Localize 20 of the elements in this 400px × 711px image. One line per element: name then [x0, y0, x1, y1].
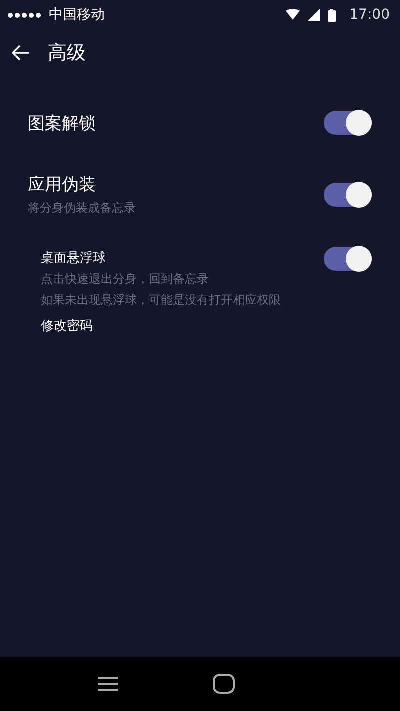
page-title: 高级 — [48, 41, 86, 66]
setting-description: 将分身伪装成备忘录 — [28, 200, 136, 217]
setting-title[interactable]: 桌面悬浮球 — [41, 249, 281, 267]
carrier-name: 中国移动 — [49, 6, 105, 24]
setting-title[interactable]: 应用伪装 — [28, 173, 136, 196]
battery-icon — [328, 8, 336, 22]
clock-time: 17:00 — [350, 7, 390, 23]
back-arrow-icon[interactable] — [12, 45, 30, 61]
setting-description: 如果未出现悬浮球，可能是没有打开相应权限 — [41, 292, 281, 309]
signal-dots-icon — [8, 12, 41, 18]
toggle-switch[interactable] — [324, 111, 372, 135]
setting-description: 点击快速退出分身，回到备忘录 — [41, 271, 210, 288]
cell-signal-icon — [308, 9, 320, 21]
setting-title[interactable]: 修改密码 — [41, 317, 93, 335]
toggle-switch[interactable] — [324, 183, 372, 207]
wifi-icon — [286, 9, 300, 21]
setting-title[interactable]: 图案解锁 — [28, 112, 96, 135]
toggle-switch[interactable] — [324, 247, 372, 271]
home-icon[interactable] — [212, 674, 235, 694]
menu-icon[interactable] — [98, 676, 118, 692]
